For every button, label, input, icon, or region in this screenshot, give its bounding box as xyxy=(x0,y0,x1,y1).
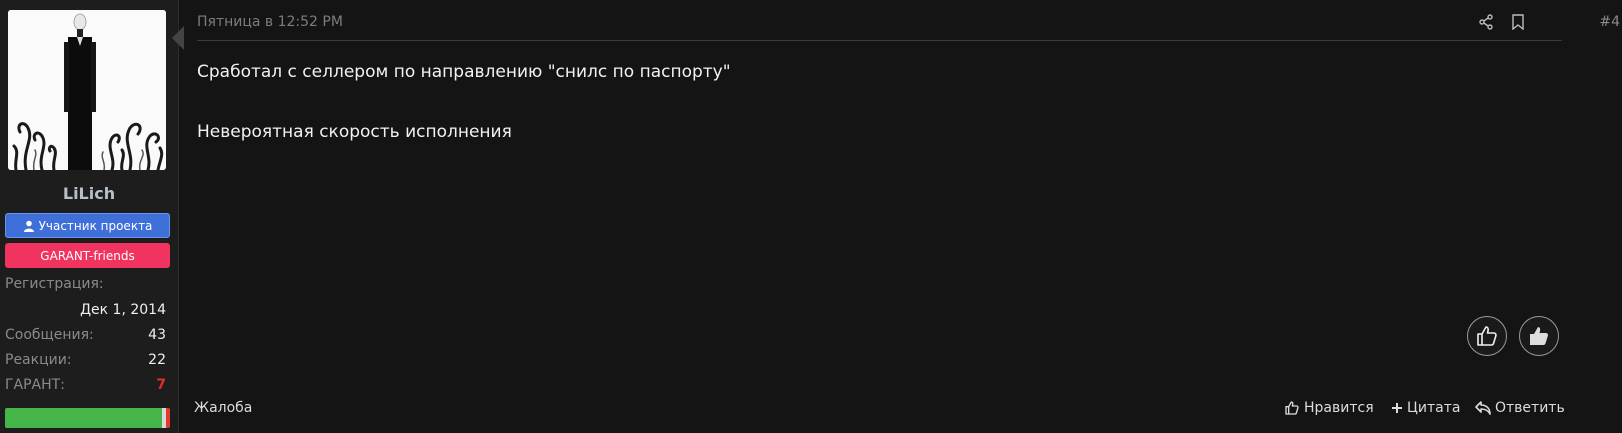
post-number[interactable]: #4 xyxy=(1599,14,1620,30)
reputation-fill xyxy=(5,408,162,428)
reply-label: Ответить xyxy=(1495,400,1565,416)
report-label: Жалоба xyxy=(194,400,253,416)
like-label: Нравится xyxy=(1304,400,1374,416)
plus-icon xyxy=(1392,403,1402,413)
reply-button[interactable]: Ответить xyxy=(1475,400,1565,416)
thumbs-up-icon[interactable] xyxy=(1467,316,1507,356)
reactions-label: Реакции: xyxy=(5,352,72,368)
thumbs-up-icon xyxy=(1285,401,1299,415)
garant-value: 7 xyxy=(156,377,166,393)
user-panel: LiLich Участник проекта GARANT-friends Р… xyxy=(0,0,179,433)
member-banner-label: Участник проекта xyxy=(38,218,153,233)
quote-button[interactable]: Цитата xyxy=(1391,400,1460,416)
post-header: Пятница в 12:52 PM xyxy=(197,0,1562,41)
quote-label: Цитата xyxy=(1407,400,1461,416)
messages-label: Сообщения: xyxy=(5,327,94,343)
registration-value: Дек 1, 2014 xyxy=(80,302,166,318)
thumbs-up-icon[interactable] xyxy=(1519,316,1559,356)
registration-label: Регистрация: xyxy=(5,276,104,292)
user-avatar[interactable] xyxy=(8,10,166,170)
bookmark-icon[interactable] xyxy=(1508,12,1528,32)
post-timestamp[interactable]: Пятница в 12:52 PM xyxy=(197,14,343,30)
user-icon xyxy=(23,220,34,232)
garant-label: ГАРАНТ: xyxy=(5,377,65,393)
panel-pointer xyxy=(172,26,184,50)
garant-banner-label: GARANT-friends xyxy=(40,248,135,263)
like-button[interactable]: Нравится xyxy=(1284,400,1374,416)
messages-value: 43 xyxy=(148,327,166,343)
report-link[interactable]: Жалоба xyxy=(194,400,252,416)
reactions-value: 22 xyxy=(148,352,166,368)
avatar-image xyxy=(8,10,166,170)
reputation-bar-end xyxy=(162,408,170,428)
username[interactable]: LiLich xyxy=(0,184,178,203)
post-paragraph: Сработал с селлером по направлению "снил… xyxy=(197,62,731,82)
reputation-bar xyxy=(5,408,170,428)
reply-icon xyxy=(1475,401,1491,415)
post-body: Сработал с селлером по направлению "снил… xyxy=(197,62,731,142)
member-banner: Участник проекта xyxy=(5,213,170,238)
share-icon[interactable] xyxy=(1476,12,1496,32)
garant-banner: GARANT-friends xyxy=(5,243,170,268)
post-paragraph: Невероятная скорость исполнения xyxy=(197,122,512,142)
